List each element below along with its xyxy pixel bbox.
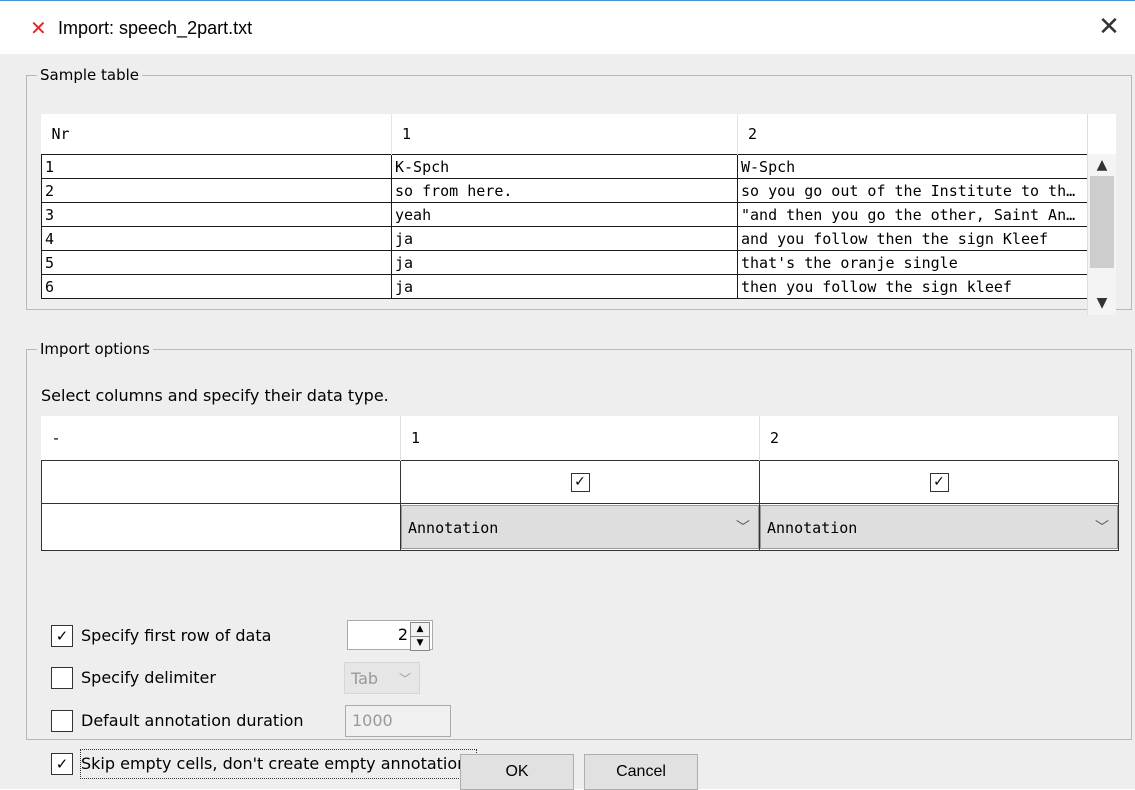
cancel-button[interactable]: Cancel [584, 754, 698, 790]
duration-checkbox[interactable] [51, 710, 73, 732]
delimiter-checkbox[interactable] [51, 667, 73, 689]
table-row[interactable]: 1 K-Spch W-Spch [41, 154, 1088, 179]
chevron-down-icon: ﹀ [736, 520, 750, 536]
chevron-down-icon: ﹀ [398, 672, 411, 686]
duration-label: Default annotation duration [81, 711, 304, 730]
sample-header-nr: Nr [41, 114, 392, 155]
table-row[interactable]: 6 ja then you follow the sign kleef [41, 274, 1088, 299]
column-header-1: 1 [400, 416, 760, 461]
sample-table: Nr 1 2 1 K-Spch W-Spch 2 so from here. s… [41, 114, 1088, 299]
first-row-label: Specify first row of data [81, 626, 272, 645]
cell-col1: ja [391, 250, 738, 275]
instruction-text: Select columns and specify their data ty… [41, 386, 389, 405]
ok-button[interactable]: OK [460, 754, 574, 790]
cell-nr: 2 [41, 178, 392, 203]
first-row-value: 2 [397, 625, 408, 644]
import-options-legend: Import options [40, 340, 150, 358]
column-header-row: - 1 2 [41, 416, 1119, 461]
cell-nr: 1 [41, 154, 392, 179]
column-2-checkbox[interactable]: ✓ [929, 472, 949, 492]
table-row[interactable]: 5 ja that's the oranje single [41, 250, 1088, 275]
sample-header-1: 1 [391, 114, 738, 155]
cell-nr: 6 [41, 274, 392, 299]
column-1-checkbox[interactable]: ✓ [570, 472, 590, 492]
cell-col2: "and then you go the other, Saint Ann... [737, 202, 1088, 227]
column-2-type-cell: Annotation ﹀ [759, 503, 1119, 551]
window-title: Import: speech_2part.txt [58, 18, 253, 38]
column-checkbox-empty [41, 460, 401, 504]
scrollbar-corner [1088, 114, 1116, 154]
column-1-type-value: Annotation [408, 519, 499, 537]
column-checkbox-row: ✓ ✓ [41, 460, 1119, 504]
chevron-down-icon: ﹀ [1095, 520, 1109, 536]
title-bar: ✕ Import: speech_2part.txt ✕ [0, 0, 1135, 55]
cell-col1: ja [391, 274, 738, 299]
cell-col2: that's the oranje single [737, 250, 1088, 275]
cell-col2: then you follow the sign kleef [737, 274, 1088, 299]
column-header-2: 2 [759, 416, 1119, 461]
cell-col2: and you follow then the sign Kleef [737, 226, 1088, 251]
first-row-spinner[interactable]: 2 ▲ ▼ [347, 620, 433, 651]
delimiter-label: Specify delimiter [81, 668, 216, 687]
sample-table-legend: Sample table [40, 66, 140, 84]
column-header-dash: - [41, 416, 401, 461]
table-row[interactable]: 2 so from here. so you go out of the Ins… [41, 178, 1088, 203]
column-1-checkbox-cell: ✓ [400, 460, 760, 504]
sample-table-scrollbar[interactable]: ▲ ▼ [1087, 114, 1116, 315]
column-type-row: Annotation ﹀ Annotation ﹀ [41, 503, 1119, 551]
cell-col1: yeah [391, 202, 738, 227]
import-options-group: Import options Select columns and specif… [26, 340, 1132, 779]
table-row[interactable]: 4 ja and you follow then the sign Kleef [41, 226, 1088, 251]
scroll-up-arrow-icon[interactable]: ▲ [1088, 154, 1116, 176]
delimiter-value: Tab [351, 669, 379, 688]
sample-header-2: 2 [737, 114, 1088, 155]
cell-col1: ja [391, 226, 738, 251]
column-config-table: - 1 2 ✓ ✓ Annotation ﹀ Annotation ﹀ [41, 416, 1119, 551]
cell-col2: so you go out of the Institute to the S.… [737, 178, 1088, 203]
cell-col2: W-Spch [737, 154, 1088, 179]
scroll-down-arrow-icon[interactable]: ▼ [1088, 291, 1116, 315]
dialog-content: Sample table Nr 1 2 1 K-Spch W-Spch 2 so [0, 54, 1135, 790]
skip-empty-label: Skip empty cells, don't create empty ann… [80, 749, 477, 779]
cell-nr: 3 [41, 202, 392, 227]
table-row[interactable]: 3 yeah "and then you go the other, Saint… [41, 202, 1088, 227]
scroll-thumb[interactable] [1090, 176, 1114, 268]
cell-col1: K-Spch [391, 154, 738, 179]
column-2-checkbox-cell: ✓ [759, 460, 1119, 504]
duration-value: 1000 [352, 711, 393, 730]
cell-nr: 5 [41, 250, 392, 275]
column-type-empty [41, 503, 401, 551]
first-row-checkbox[interactable]: ✓ [51, 625, 73, 647]
column-2-type-select[interactable]: Annotation ﹀ [760, 505, 1118, 549]
column-1-type-select[interactable]: Annotation ﹀ [401, 505, 759, 549]
spin-up-icon[interactable]: ▲ [410, 622, 430, 637]
duration-input[interactable]: 1000 [345, 705, 451, 737]
delimiter-select[interactable]: Tab ﹀ [344, 662, 420, 694]
spin-down-icon[interactable]: ▼ [410, 636, 430, 651]
close-icon[interactable]: ✕ [1093, 11, 1125, 43]
cell-nr: 4 [41, 226, 392, 251]
column-1-type-cell: Annotation ﹀ [400, 503, 760, 551]
cell-col1: so from here. [391, 178, 738, 203]
column-2-type-value: Annotation [767, 519, 858, 537]
elan-logo-icon: ✕ [30, 16, 47, 40]
sample-table-header: Nr 1 2 [41, 114, 1088, 155]
skip-empty-checkbox[interactable]: ✓ [51, 753, 73, 775]
sample-table-group: Sample table Nr 1 2 1 K-Spch W-Spch 2 so [26, 66, 1132, 315]
